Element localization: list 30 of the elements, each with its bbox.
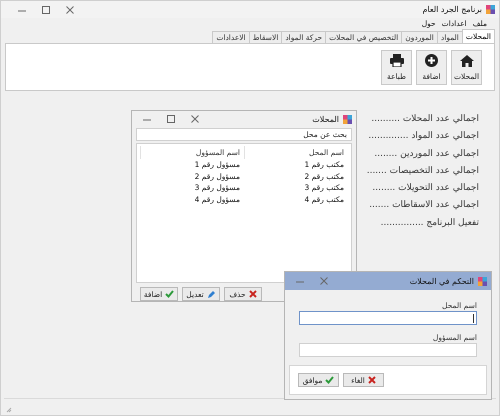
close-icon[interactable] — [65, 4, 75, 14]
maximize-icon[interactable] — [41, 4, 51, 14]
stat-label: اجمالي عدد المحلات .......... — [371, 113, 479, 126]
dialog-title: التحكم في المحلات — [410, 276, 474, 286]
resize-grip-icon[interactable] — [6, 407, 12, 413]
close-icon[interactable] — [319, 276, 329, 286]
stat-label: اجمالي عدد التحويلات ........ — [372, 182, 479, 196]
pencil-icon — [206, 290, 216, 298]
home-icon — [460, 54, 474, 66]
window-title: المحلات — [312, 114, 339, 124]
cross-icon — [368, 376, 376, 384]
stat-label: اجمالي عدد الاسقاطات ....... — [369, 199, 479, 212]
stat-label: اجمالي عدد الموردين ........ — [374, 148, 479, 161]
stat-label: تفعيل البرنامج ............... — [380, 216, 479, 230]
app-logo-icon — [478, 276, 487, 286]
text-cursor — [473, 314, 474, 323]
input-field[interactable] — [299, 311, 477, 325]
stat-label: اجمالي عدد التخصيصات ....... — [366, 164, 479, 178]
close-icon[interactable] — [190, 114, 200, 124]
check-icon — [325, 376, 334, 384]
plus-circle-icon — [425, 54, 438, 67]
window-title: برنامج الجرد العام — [422, 5, 482, 14]
app-logo-icon — [343, 114, 352, 124]
app-logo-icon — [486, 5, 495, 14]
printer-icon — [390, 54, 404, 67]
check-icon — [165, 290, 174, 298]
stat-label: اجمالي عدد المواد .............. — [368, 130, 479, 144]
input-field[interactable] — [299, 343, 477, 357]
cross-icon — [248, 290, 257, 298]
maximize-icon[interactable] — [166, 114, 176, 124]
